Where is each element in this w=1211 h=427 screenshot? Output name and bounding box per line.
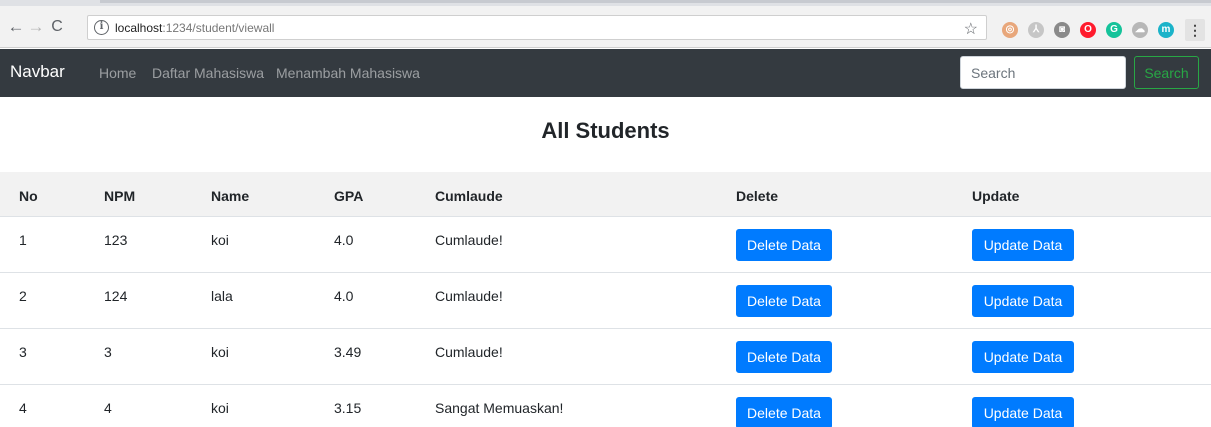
site-info-icon[interactable]: i [94,20,109,35]
tab-strip-edge [100,0,1211,3]
reload-icon[interactable]: C [47,16,67,38]
nav-link-menambah-mahasiswa[interactable]: Menambah Mahasiswa [276,65,420,81]
cell-name: lala [211,288,233,304]
cell-cumlaude: Sangat Memuaskan! [435,400,564,416]
page-title: All Students [541,118,670,143]
search-button[interactable]: Search [1134,56,1199,89]
opera-icon[interactable]: O [1080,22,1096,38]
back-arrow-icon[interactable]: ← [6,16,26,38]
cell-no: 4 [19,400,27,416]
header-npm: NPM [104,188,136,204]
cell-name: koi [211,344,229,360]
cell-no: 2 [19,288,27,304]
cell-gpa: 3.49 [334,344,362,360]
table-header: No NPM Name GPA Cumlaude Delete Update [0,172,1211,217]
delete-data-button[interactable]: Delete Data [736,285,832,317]
cell-npm: 3 [104,344,112,360]
header-gpa: GPA [334,188,364,204]
header-update: Update [972,188,1020,204]
forward-arrow-icon[interactable]: → [26,16,46,38]
cell-cumlaude: Cumlaude! [435,344,503,360]
cell-cumlaude: Cumlaude! [435,232,503,248]
header-cumlaude: Cumlaude [435,188,503,204]
delete-data-button[interactable]: Delete Data [736,341,832,373]
m-extension-icon[interactable]: m [1158,22,1174,38]
camera-icon[interactable]: ◙ [1054,22,1070,38]
cell-cumlaude: Cumlaude! [435,288,503,304]
cell-gpa: 4.0 [334,288,354,304]
update-data-button[interactable]: Update Data [972,397,1074,427]
nav-link-home[interactable]: Home [99,65,136,81]
update-data-button[interactable]: Update Data [972,341,1074,373]
cell-npm: 123 [104,232,128,248]
cloud-icon[interactable]: ☁ [1132,22,1148,38]
cell-name: koi [211,232,229,248]
delete-data-button[interactable]: Delete Data [736,397,832,427]
navbar-brand[interactable]: Navbar [10,62,65,82]
delete-data-button[interactable]: Delete Data [736,229,832,261]
cell-npm: 4 [104,400,112,416]
cell-gpa: 4.0 [334,232,354,248]
pdf-icon[interactable]: ⅄ [1028,22,1044,38]
table-row: 3 3 koi 3.49 Cumlaude! Delete Data Updat… [0,329,1211,385]
table-row: 4 4 koi 3.15 Sangat Memuaskan! Delete Da… [0,385,1211,427]
url-path: :1234/student/viewall [162,21,275,35]
cell-gpa: 3.15 [334,400,362,416]
cell-no: 1 [19,232,27,248]
cookie-icon[interactable]: ◎ [1002,22,1018,38]
url-host: localhost [115,21,163,35]
grammarly-icon[interactable]: G [1106,22,1122,38]
nav-link-daftar-mahasiswa[interactable]: Daftar Mahasiswa [152,65,264,81]
search-input[interactable] [960,56,1126,89]
header-delete: Delete [736,188,779,204]
table-row: 2 124 lala 4.0 Cumlaude! Delete Data Upd… [0,273,1211,329]
cell-npm: 124 [104,288,128,304]
header-name: Name [211,188,250,204]
update-data-button[interactable]: Update Data [972,229,1074,261]
cell-no: 3 [19,344,27,360]
bookmark-star-icon[interactable]: ☆ [964,19,978,39]
address-bar[interactable]: i localhost:1234/student/viewall ☆ [87,15,987,40]
browser-toolbar: ← → C i localhost:1234/student/viewall ☆… [0,6,1211,48]
table-row: 1 123 koi 4.0 Cumlaude! Delete Data Upda… [0,217,1211,273]
cell-name: koi [211,400,229,416]
address-url[interactable]: localhost:1234/student/viewall [115,21,274,35]
browser-menu-icon[interactable]: ⋮ [1185,19,1205,41]
update-data-button[interactable]: Update Data [972,285,1074,317]
header-no: No [19,188,38,204]
navbar: Navbar Home Daftar Mahasiswa Menambah Ma… [0,49,1211,97]
